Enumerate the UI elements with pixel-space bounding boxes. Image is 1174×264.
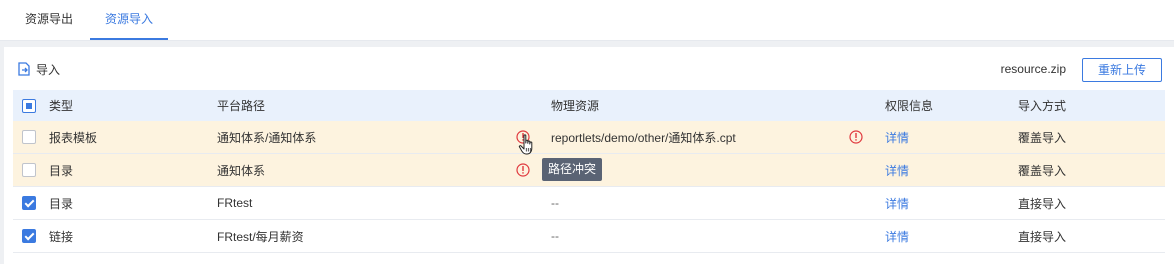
row-mode[interactable]: 覆盖导入: [1018, 154, 1066, 186]
header-type: 类型: [49, 99, 74, 113]
import-icon: [18, 62, 30, 76]
checkbox[interactable]: [22, 130, 36, 144]
tab-bar: 资源导出 资源导入: [0, 0, 1174, 41]
row-checkbox[interactable]: [22, 154, 38, 186]
physical-warning[interactable]: [849, 121, 863, 153]
row-type: 链接: [49, 229, 74, 244]
permission-detail-link[interactable]: 详情: [885, 187, 909, 219]
warning-icon[interactable]: [849, 130, 863, 144]
toolbar: 导入 resource.zip 重新上传: [4, 47, 1174, 90]
checkbox[interactable]: [22, 98, 36, 113]
row-path: 通知体系: [217, 163, 266, 178]
row-path: FRtest: [217, 196, 253, 210]
header-path: 平台路径: [217, 99, 266, 113]
import-panel: 导入 resource.zip 重新上传 类型 平台路径 物理资源 权限信息 导…: [4, 47, 1174, 264]
import-button[interactable]: 导入: [16, 61, 60, 77]
permission-detail-link[interactable]: 详情: [885, 154, 909, 186]
row-mode[interactable]: 覆盖导入: [1018, 121, 1066, 153]
row-physical: reportlets/demo/other/通知体系.cpt: [551, 130, 736, 145]
tab-resource-import[interactable]: 资源导入: [90, 0, 168, 40]
table-header: 类型 平台路径 物理资源 权限信息 导入方式: [13, 90, 1165, 121]
path-warning[interactable]: [516, 154, 530, 186]
row-physical: --: [551, 229, 559, 243]
checkbox[interactable]: [22, 163, 36, 177]
row-checkbox[interactable]: [22, 220, 38, 252]
uploaded-filename: resource.zip: [1000, 62, 1066, 76]
checkbox[interactable]: [22, 229, 36, 243]
row-physical: --: [551, 196, 559, 210]
header-mode: 导入方式: [1018, 99, 1067, 113]
path-conflict-tooltip: 路径冲突: [542, 158, 603, 181]
import-label: 导入: [36, 62, 61, 77]
hand-cursor-icon: [518, 134, 533, 155]
table-row: 链接 FRtest/每月薪资 -- 详情 直接导入: [13, 220, 1165, 253]
row-type: 报表模板: [49, 130, 98, 145]
row-type: 目录: [49, 163, 74, 178]
checkbox[interactable]: [22, 196, 36, 210]
permission-detail-link[interactable]: 详情: [885, 220, 909, 252]
row-type: 目录: [49, 196, 74, 211]
row-mode[interactable]: 直接导入: [1018, 220, 1066, 252]
row-checkbox[interactable]: [22, 187, 38, 219]
warning-icon[interactable]: [516, 163, 530, 177]
permission-detail-link[interactable]: 详情: [885, 121, 909, 153]
row-path: 通知体系/通知体系: [217, 130, 317, 145]
table-row: 报表模板 通知体系/通知体系 reportlets/demo/other/通知体…: [13, 121, 1165, 154]
row-checkbox[interactable]: [22, 121, 38, 153]
reupload-button[interactable]: 重新上传: [1082, 58, 1162, 82]
row-path: FRtest/每月薪资: [217, 229, 304, 244]
tab-resource-export[interactable]: 资源导出: [18, 0, 80, 40]
row-mode[interactable]: 直接导入: [1018, 187, 1066, 219]
select-all-checkbox[interactable]: [22, 90, 38, 121]
header-physical: 物理资源: [551, 99, 600, 113]
table-row: 目录 FRtest -- 详情 直接导入: [13, 187, 1165, 220]
header-permission: 权限信息: [885, 99, 934, 113]
